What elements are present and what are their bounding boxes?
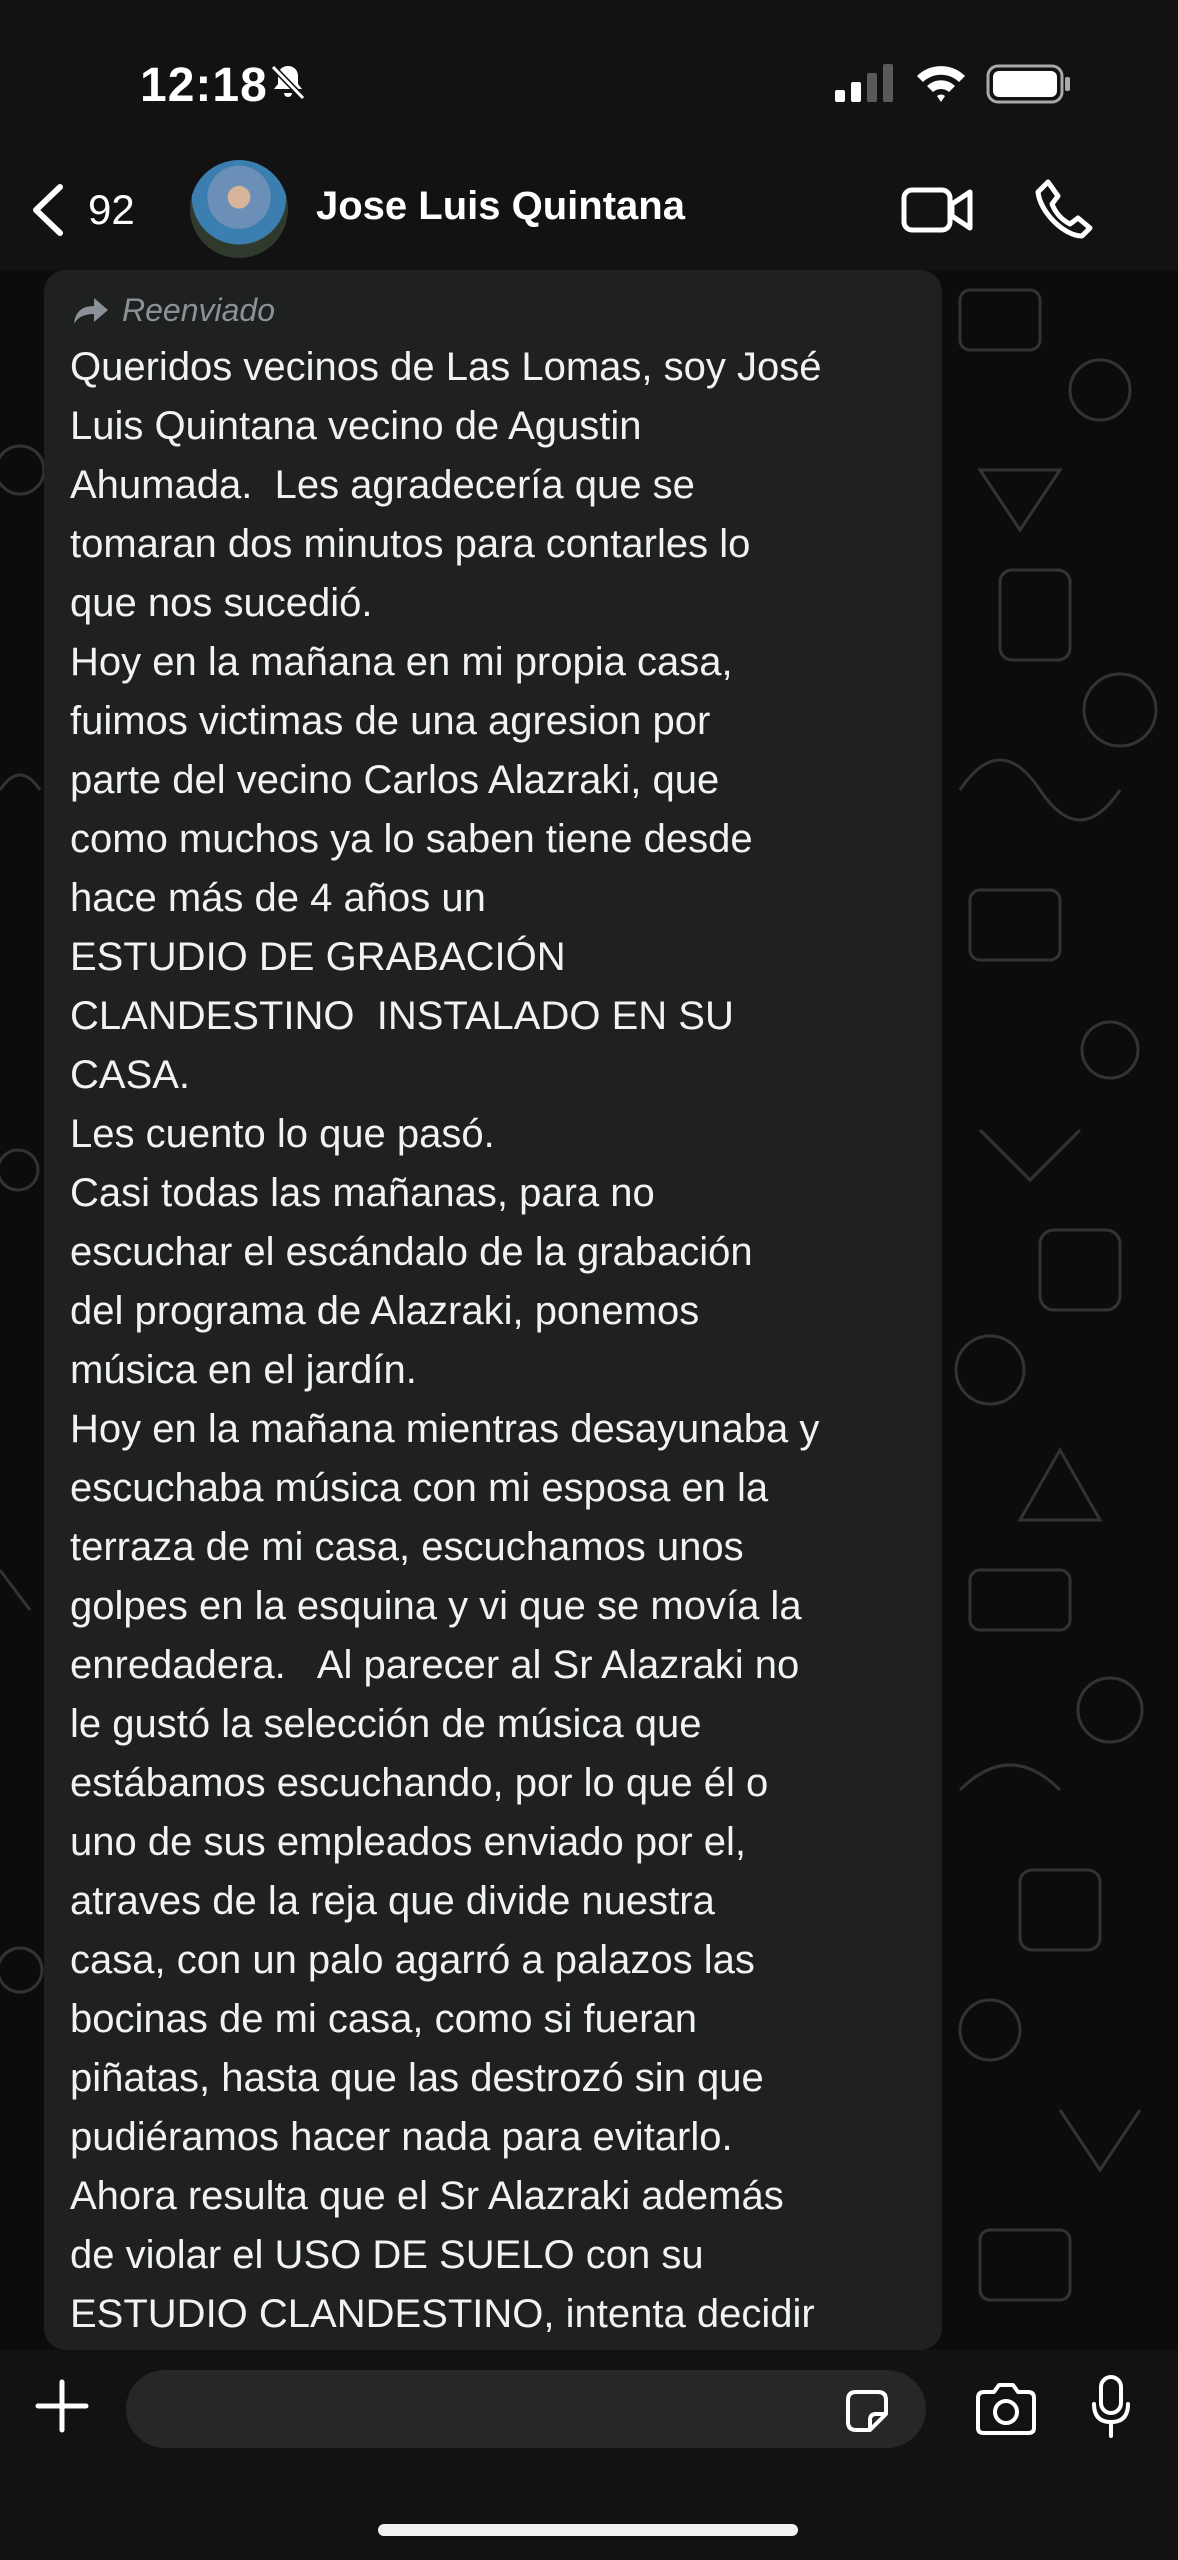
chevron-left-icon: [33, 184, 63, 236]
home-indicator[interactable]: [378, 2524, 798, 2536]
chat-area[interactable]: Reenviado Queridos vecinos de Las Lomas,…: [0, 270, 1178, 2350]
forwarded-text: Reenviado: [122, 292, 275, 328]
battery-icon: [986, 64, 1070, 104]
message-bubble[interactable]: Reenviado Queridos vecinos de Las Lomas,…: [44, 270, 942, 2350]
video-camera-icon[interactable]: [900, 180, 974, 240]
input-bar: [0, 2350, 1178, 2560]
forward-arrow-icon: [74, 297, 108, 324]
status-time: 12:18: [140, 59, 268, 112]
bell-slash-icon: [270, 64, 306, 101]
cellular-signal-icon: [835, 64, 893, 102]
avatar[interactable]: [190, 160, 288, 258]
unread-count: 92: [88, 186, 135, 233]
plus-icon[interactable]: [34, 2378, 90, 2434]
back-button[interactable]: 92: [30, 178, 150, 242]
message-input[interactable]: [126, 2370, 926, 2448]
phone-icon[interactable]: [1034, 178, 1094, 240]
wifi-icon: [917, 66, 965, 102]
message-text: Queridos vecinos de Las Lomas, soy José …: [70, 345, 822, 2336]
chat-header: 92 Jose Luis Quintana: [0, 150, 1178, 270]
microphone-icon[interactable]: [1090, 2374, 1132, 2440]
forwarded-label: Reenviado: [72, 292, 275, 329]
sticker-icon[interactable]: [842, 2386, 892, 2436]
contact-name[interactable]: Jose Luis Quintana: [316, 184, 685, 229]
status-bar: 12:18: [0, 0, 1178, 150]
camera-icon[interactable]: [974, 2382, 1038, 2436]
